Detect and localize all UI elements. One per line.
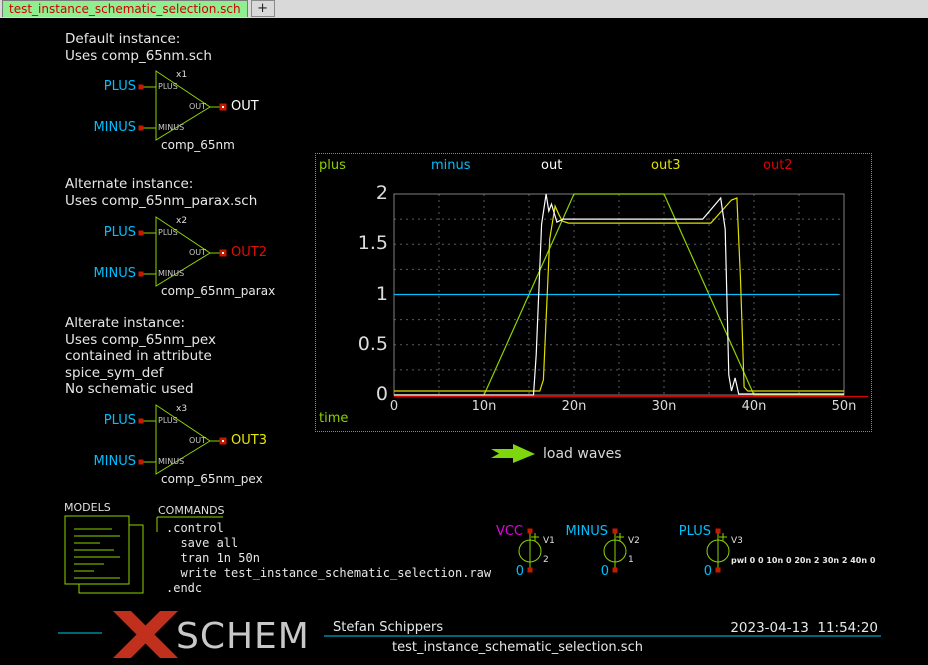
xaxis-label: time <box>319 411 348 428</box>
xtick-30n: 30n <box>642 399 686 414</box>
instance2-note: Alternate instance: Uses comp_65nm_parax… <box>65 176 257 209</box>
models-icon[interactable] <box>65 516 143 593</box>
instance2-net-plus: PLUS <box>66 225 136 242</box>
ytick-0_5: 0.5 <box>316 334 388 355</box>
instance1-symbol-name: comp_65nm <box>161 137 235 154</box>
instance2-pin-minus: MINUS <box>158 269 184 279</box>
datetime: 2023-04-13 11:54:20 <box>700 620 878 637</box>
instance2-pin-plus: PLUS <box>158 228 178 238</box>
vsource-v1-net: VCC <box>463 524 523 541</box>
vsource-v3-gnd: 0 <box>692 564 712 581</box>
instance3-pin-plus: PLUS <box>158 416 178 426</box>
ytick-1: 1 <box>316 284 388 305</box>
xschem-logo-x-icon <box>113 611 178 658</box>
xschem-logo-text: SCHEM <box>176 615 310 659</box>
xschem-window: test_instance_schematic_selection.sch + <box>0 0 928 665</box>
instance1-pin-plus: PLUS <box>158 82 178 92</box>
legend-out3: out3 <box>651 158 681 173</box>
vsource-v1-gnd: 0 <box>504 564 524 581</box>
instance1-pin-out: OUT <box>164 102 206 112</box>
spice-commands-text: .control save all tran 1n 50n write test… <box>166 521 491 596</box>
instance2-pin-out: OUT <box>164 248 206 258</box>
vsource-v2-value: 1 <box>628 555 634 566</box>
vsource-v3-net: PLUS <box>651 524 711 541</box>
xtick-0: 0 <box>372 399 416 414</box>
schematic-filename: test_instance_schematic_selection.sch <box>300 640 735 657</box>
author-name: Stefan Schippers <box>333 620 443 637</box>
instance3-refdes: x3 <box>176 404 187 415</box>
ytick-2: 2 <box>316 183 388 204</box>
vsource-v3-pwl-value: pwl 0 0 10n 0 20n 2 30n 2 40n 0 <box>731 556 875 566</box>
vsource-v3-ref: V3 <box>731 536 743 547</box>
instance1-net-minus: MINUS <box>66 120 136 137</box>
commands-label: COMMANDS <box>158 503 225 520</box>
waveform-plot-area <box>316 154 871 431</box>
instance1-net-plus: PLUS <box>66 79 136 96</box>
instance1-pin-minus: MINUS <box>158 123 184 133</box>
vsource-v2-net: MINUS <box>548 524 608 541</box>
models-label: MODELS <box>64 500 111 517</box>
instance2-symbol-name: comp_65nm_parax <box>161 283 275 300</box>
vsource-v2-ref: V2 <box>628 536 640 547</box>
instance1-refdes: x1 <box>176 70 187 81</box>
xtick-10n: 10n <box>462 399 506 414</box>
legend-out2: out2 <box>763 158 793 173</box>
instance3-net-plus: PLUS <box>66 413 136 430</box>
xtick-20n: 20n <box>552 399 596 414</box>
instance3-note: Alterate instance: Uses comp_65nm_pex co… <box>65 315 216 398</box>
instance1-note: Default instance: Uses comp_65nm.sch <box>65 31 212 64</box>
instance3-pin-out: OUT <box>164 436 206 446</box>
instance2-refdes: x2 <box>176 216 187 227</box>
vsource-v1-value: 2 <box>543 555 549 566</box>
instance3-symbol-name: comp_65nm_pex <box>161 471 263 488</box>
vsource-v2-gnd: 0 <box>589 564 609 581</box>
instance1-net-out: OUT <box>231 99 259 116</box>
legend-minus: minus <box>431 158 471 173</box>
load-waves-arrow-icon[interactable] <box>491 444 535 463</box>
instance2-net-minus: MINUS <box>66 266 136 283</box>
load-waves-label[interactable]: load waves <box>543 446 622 463</box>
instance3-pin-minus: MINUS <box>158 457 184 467</box>
xtick-40n: 40n <box>732 399 776 414</box>
instance2-net-out: OUT2 <box>231 245 267 262</box>
waveform-graph[interactable]: plus minus out out3 out2 2 1.5 1 0.5 0 0… <box>315 153 872 432</box>
legend-out: out <box>541 158 562 173</box>
instance3-net-minus: MINUS <box>66 454 136 471</box>
instance3-net-out: OUT3 <box>231 433 267 450</box>
ytick-1_5: 1.5 <box>316 233 388 254</box>
xtick-50n: 50n <box>822 399 866 414</box>
legend-plus: plus <box>319 158 346 173</box>
